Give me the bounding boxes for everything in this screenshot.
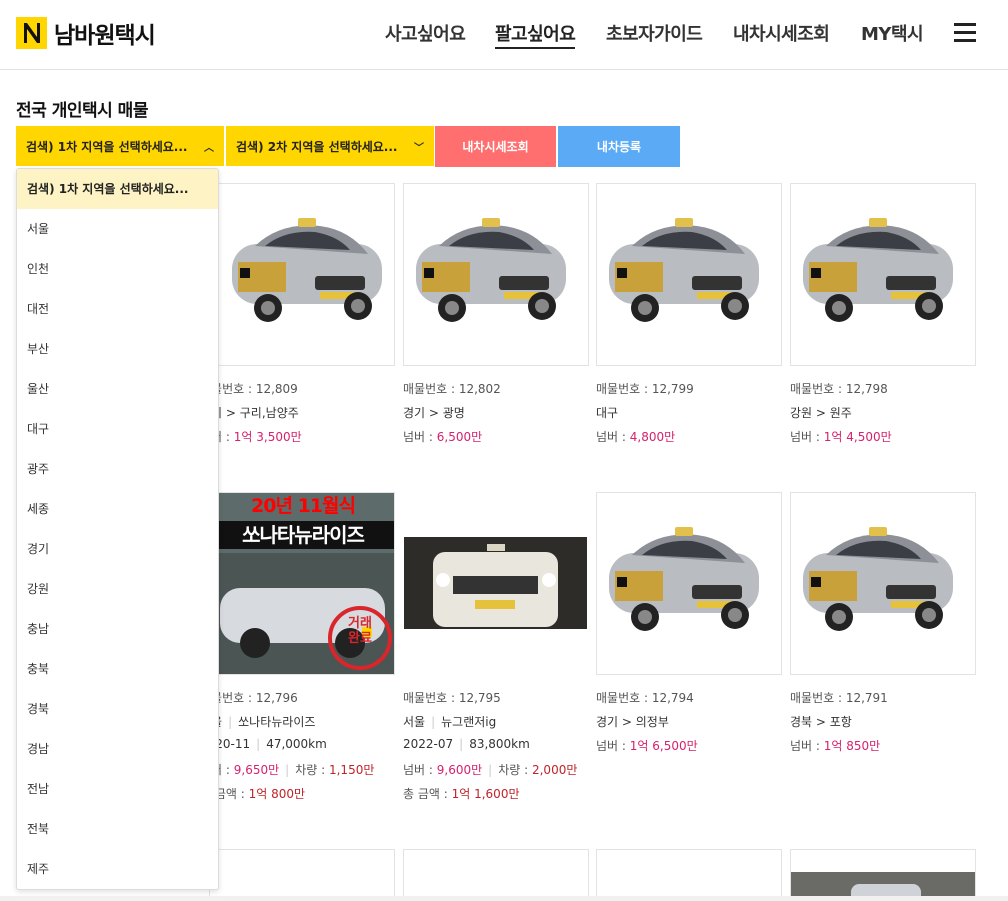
listing-price: 넘버 : 9,650만|차량 : 1,150만 [200, 763, 375, 777]
dropdown-option[interactable]: 부산 [17, 329, 218, 369]
listing-image[interactable] [596, 492, 782, 675]
taxi-car-image [803, 527, 953, 631]
nav-price-check[interactable]: 내차시세조회 [733, 20, 830, 46]
taxi-car-image [803, 218, 953, 322]
listing-number: 매물번호 : 12,798 [790, 382, 888, 396]
listing-price: 넘버 : 9,600만 | 차량 : 2,000만 [403, 763, 578, 777]
listing-number: 매물번호 : 12,799 [596, 382, 694, 396]
sold-stamp: 거래 완료 [348, 616, 372, 646]
nav-guide[interactable]: 초보자가이드 [606, 20, 703, 46]
listing-image[interactable] [209, 849, 395, 901]
listing-region: 경기 > 의정부 [596, 715, 669, 729]
listing-number: 매물번호 : 12,791 [790, 691, 888, 705]
nav-buy[interactable]: 사고싶어요 [385, 20, 466, 46]
dropdown-option[interactable]: 경기 [17, 529, 218, 569]
listing-number: 매물번호 : 12,795 [403, 691, 501, 705]
site-header: 남바원택시 사고싶어요 팔고싶어요 초보자가이드 내차시세조회 MY택시 [0, 0, 1008, 70]
chevron-down-icon: ﹀ [414, 142, 424, 154]
dropdown-option[interactable]: 전북 [17, 809, 218, 849]
taxi-photo [791, 872, 975, 901]
listing-year-km: 2020-11 | 47,000km [200, 737, 327, 751]
listing-price: 넘버 : 4,800만 [596, 430, 676, 444]
region1-select[interactable]: 검색) 1차 지역을 선택하세요... ︿ [16, 126, 224, 166]
listing-price: 넘버 : 1억 850만 [790, 739, 881, 753]
listing-region: 서울 | 뉴그랜저ig [403, 715, 497, 729]
listing-image[interactable] [790, 492, 976, 675]
dropdown-option[interactable]: 충북 [17, 649, 218, 689]
nav-sell[interactable]: 팔고싶어요 [495, 20, 576, 49]
price-check-button[interactable]: 내차시세조회 [435, 126, 556, 167]
listing-image[interactable] [403, 183, 589, 366]
listing-image[interactable] [596, 849, 782, 901]
dropdown-option[interactable]: 강원 [17, 569, 218, 609]
nav-my-taxi[interactable]: MY택시 [861, 20, 924, 46]
listing-image[interactable]: 20년 11월식 쏘나타뉴라이즈 거래 완료 [209, 492, 395, 675]
listing-region: 강원 > 원주 [790, 406, 852, 420]
region2-select[interactable]: 검색) 2차 지역을 선택하세요... ﹀ [226, 126, 434, 166]
dropdown-option[interactable]: 검색) 1차 지역을 선택하세요... [17, 169, 218, 209]
page-bottom-divider [0, 896, 1008, 901]
listing-image[interactable] [790, 183, 976, 366]
taxi-night-photo [403, 492, 589, 675]
dropdown-option[interactable]: 전남 [17, 769, 218, 809]
dropdown-option[interactable]: 인천 [17, 249, 218, 289]
dropdown-option[interactable]: 대전 [17, 289, 218, 329]
listing-image[interactable] [403, 849, 589, 901]
taxi-car-image [609, 527, 759, 631]
main-nav: 사고싶어요 팔고싶어요 초보자가이드 내차시세조회 MY택시 [0, 20, 1008, 50]
dropdown-option[interactable]: 경북 [17, 689, 218, 729]
listing-price: 넘버 : 1억 6,500만 [596, 739, 698, 753]
chevron-up-icon: ︿ [204, 142, 214, 154]
promo-banner-top: 20년 11월식 [251, 495, 356, 517]
dropdown-option[interactable]: 울산 [17, 369, 218, 409]
promo-banner-bottom: 쏘나타뉴라이즈 [210, 521, 394, 549]
taxi-car-image [232, 218, 382, 322]
region2-value: 검색) 2차 지역을 선택하세요... [236, 139, 398, 154]
listing-region: 경기 > 광명 [403, 406, 465, 420]
listing-total: 총 금액 : 1억 1,600만 [403, 787, 520, 801]
taxi-car-image [609, 218, 759, 322]
dropdown-option[interactable]: 제주 [17, 849, 218, 889]
listing-number: 매물번호 : 12,794 [596, 691, 694, 705]
listing-number: 매물번호 : 12,802 [403, 382, 501, 396]
register-car-button[interactable]: 내차등록 [558, 126, 680, 167]
dropdown-option[interactable]: 광주 [17, 449, 218, 489]
dropdown-option[interactable]: 경남 [17, 729, 218, 769]
dropdown-option[interactable]: 대구 [17, 409, 218, 449]
listing-region: 대구 [596, 406, 619, 420]
dropdown-option[interactable]: 세종 [17, 489, 218, 529]
listing-image[interactable] [790, 849, 976, 901]
listing-price: 넘버 : 1억 4,500만 [790, 430, 892, 444]
listing-image[interactable] [403, 492, 589, 675]
taxi-car-image [416, 218, 566, 322]
page-title: 전국 개인택시 매물 [16, 101, 148, 121]
listing-year-km: 2022-07 | 83,800km [403, 737, 530, 751]
listing-price: 넘버 : 6,500만 [403, 430, 483, 444]
dropdown-option[interactable]: 서울 [17, 209, 218, 249]
dropdown-option[interactable]: 충남 [17, 609, 218, 649]
listing-image[interactable] [596, 183, 782, 366]
region1-value: 검색) 1차 지역을 선택하세요... [26, 139, 188, 154]
region1-dropdown[interactable]: 검색) 1차 지역을 선택하세요... 서울 인천 대전 부산 울산 대구 광주… [16, 168, 219, 890]
listing-region: 경북 > 포항 [790, 715, 852, 729]
menu-icon[interactable] [954, 23, 976, 42]
listing-image[interactable] [209, 183, 395, 366]
